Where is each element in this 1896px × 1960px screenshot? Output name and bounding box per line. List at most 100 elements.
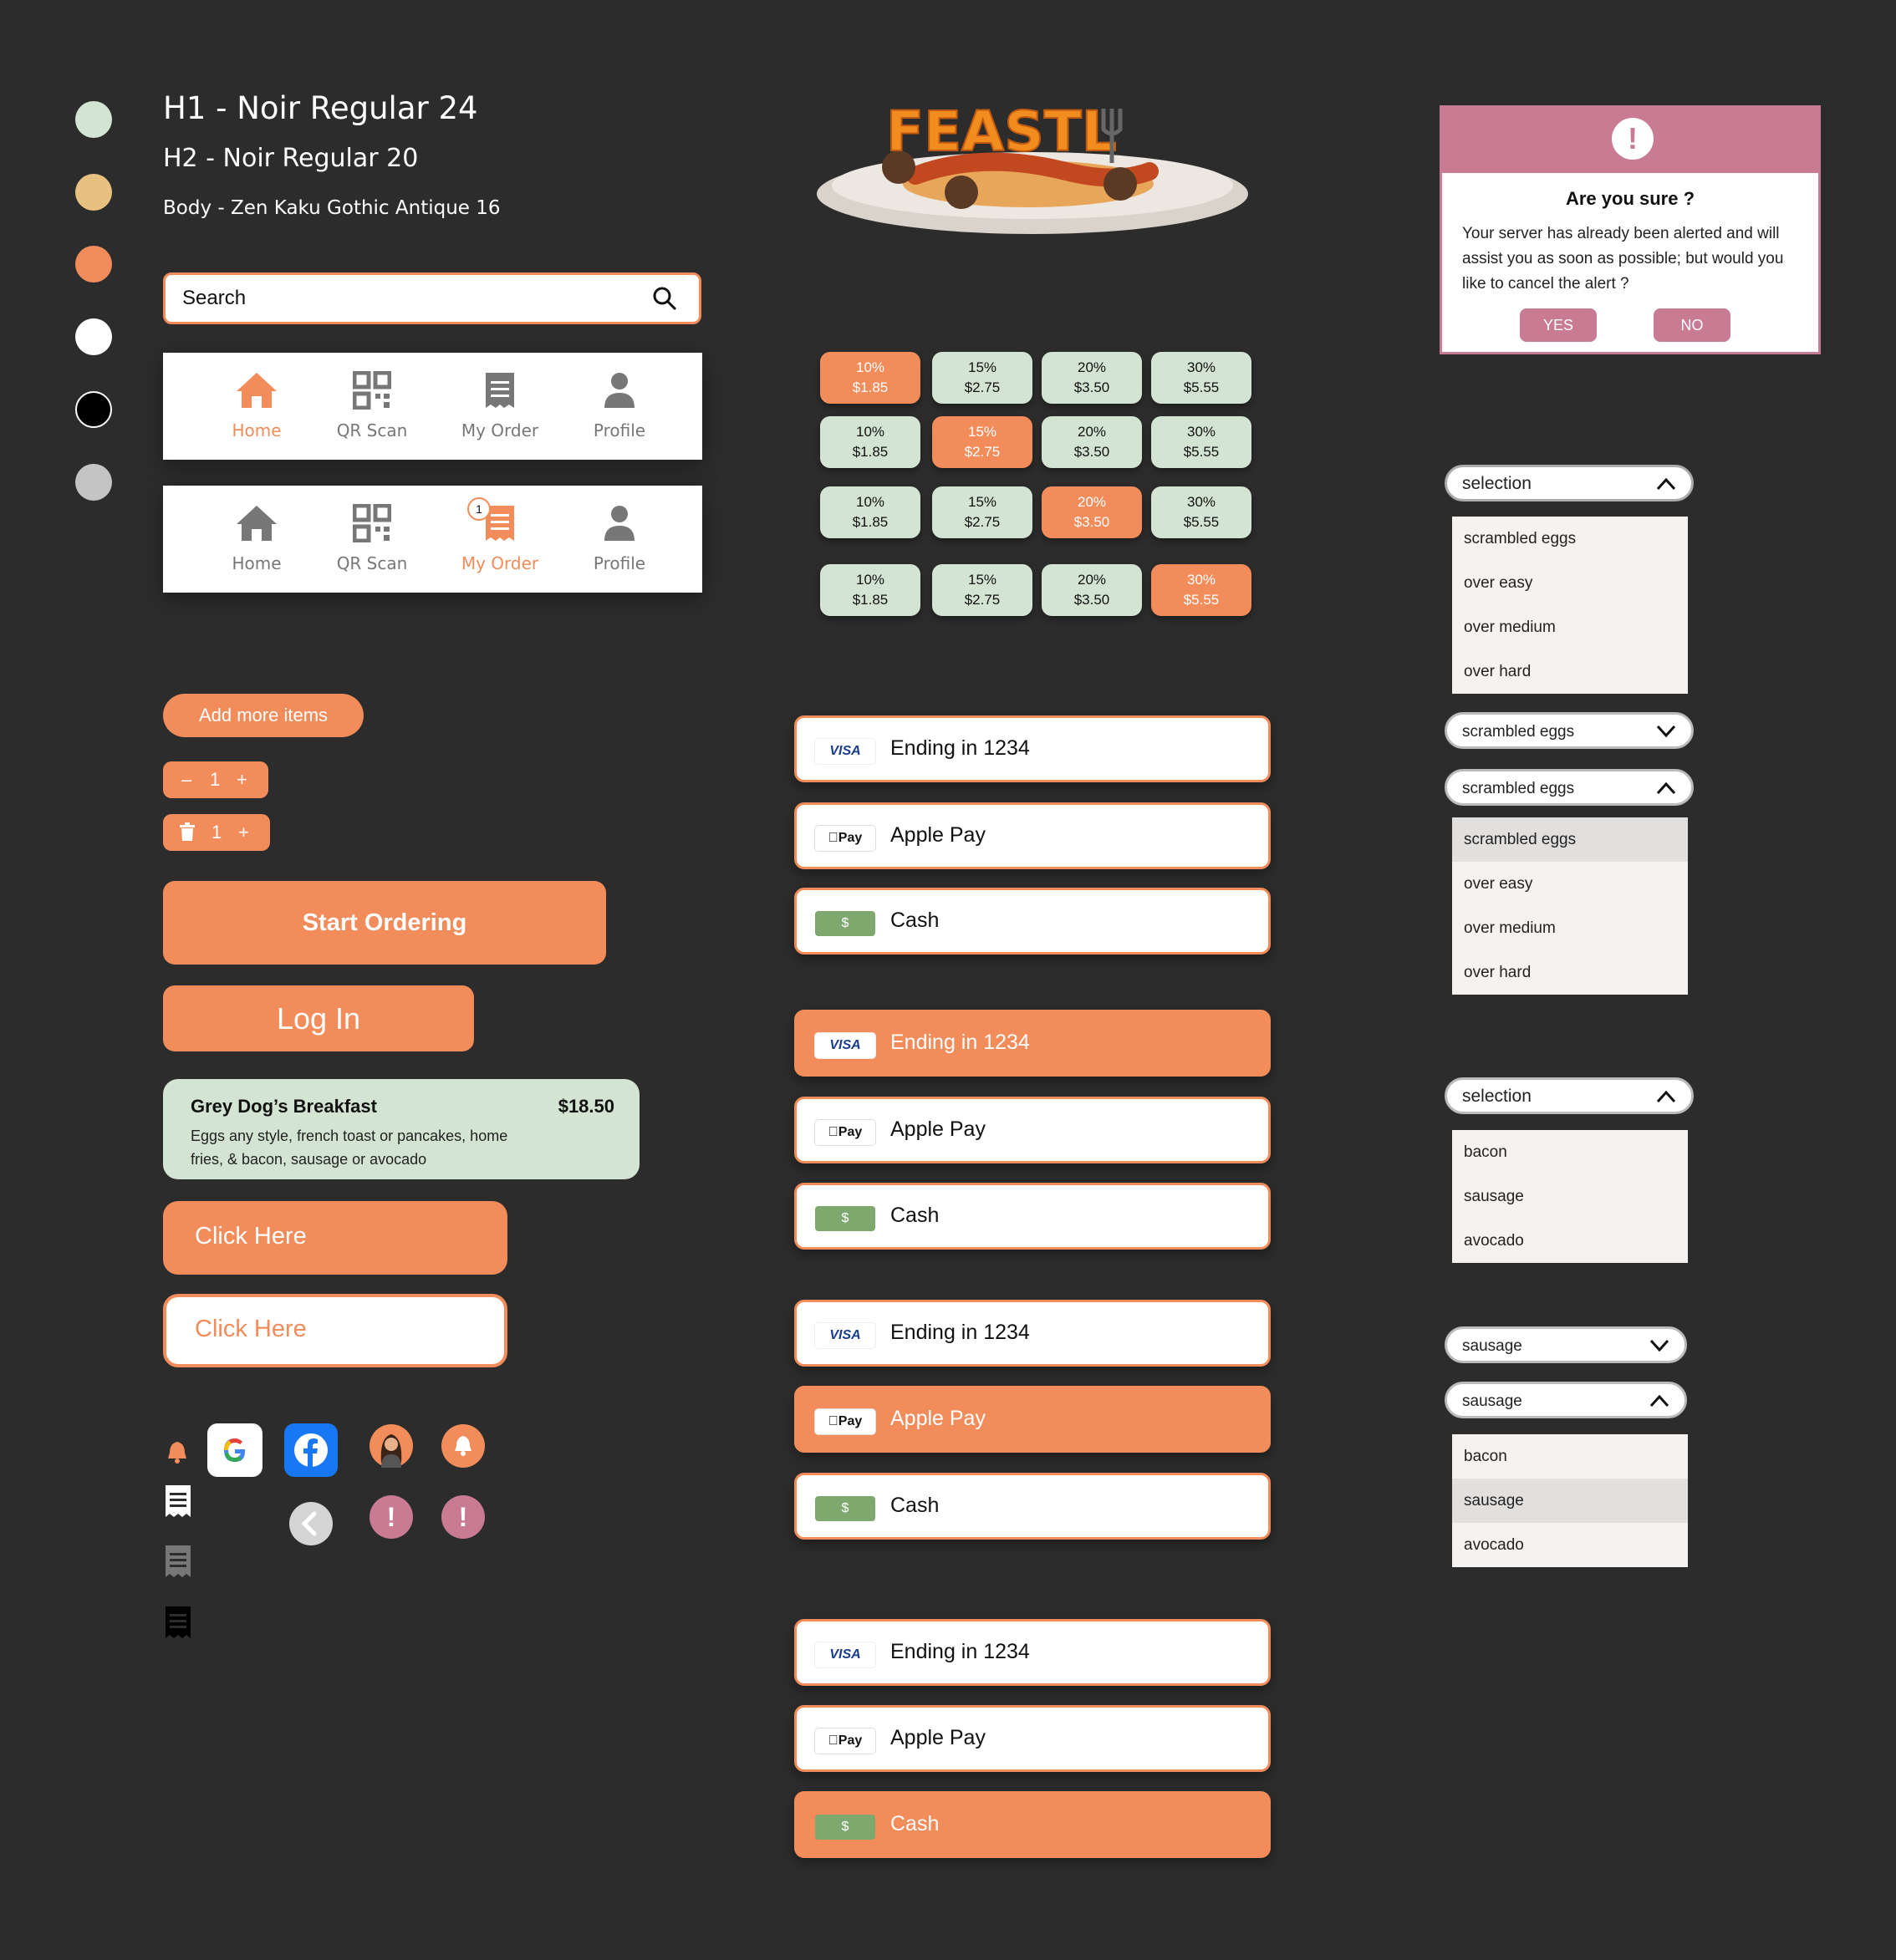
side-option[interactable]: avocado <box>1452 1523 1688 1567</box>
quantity-stepper-delete[interactable]: 1 + <box>163 814 270 851</box>
payment-option-card[interactable]: VISA Ending in 1234 <box>794 715 1271 782</box>
side-option[interactable]: sausage <box>1452 1174 1688 1219</box>
alert-yes-button[interactable]: YES <box>1520 308 1597 342</box>
add-more-items-button[interactable]: Add more items <box>163 694 364 737</box>
qr-icon <box>352 503 392 543</box>
egg-option[interactable]: over hard <box>1452 649 1688 694</box>
back-icon[interactable] <box>289 1502 333 1545</box>
receipt-black-icon <box>164 1605 192 1644</box>
swatch-black <box>75 391 112 428</box>
nav-profile[interactable]: Profile <box>569 504 670 573</box>
nav-my-order[interactable]: 1 My Order <box>450 497 550 573</box>
google-icon[interactable] <box>207 1423 262 1477</box>
tip-option-20pct[interactable]: 20% $3.50 <box>1042 564 1142 616</box>
tip-amount: $1.85 <box>852 592 889 608</box>
tip-amount: $1.85 <box>852 379 889 395</box>
payment-option-apple[interactable]: Pay Apple Pay <box>794 802 1271 869</box>
tip-option-15pct[interactable]: 15% $2.75 <box>932 486 1032 538</box>
tip-option-10pct[interactable]: 10% $1.85 <box>820 486 920 538</box>
tip-percent: 15% <box>967 494 997 510</box>
tip-percent: 20% <box>1077 359 1107 375</box>
tip-option-10pct[interactable]: 10% $1.85 <box>820 352 920 404</box>
side-select-value: sausage <box>1462 1392 1522 1410</box>
side-option[interactable]: bacon <box>1452 1434 1688 1479</box>
tip-amount: $2.75 <box>964 379 1001 395</box>
side-option[interactable]: avocado <box>1452 1219 1688 1263</box>
side-option[interactable]: bacon <box>1452 1130 1688 1174</box>
search-bar[interactable]: Search <box>163 272 701 324</box>
payment-option-cash[interactable]: $ Cash <box>794 1791 1271 1858</box>
tip-percent: 20% <box>1077 494 1107 510</box>
egg-option[interactable]: over medium <box>1452 906 1688 950</box>
menu-item-price: $18.50 <box>558 1096 614 1117</box>
payment-option-cash[interactable]: $ Cash <box>794 1183 1271 1250</box>
tip-option-30pct[interactable]: 30% $5.55 <box>1151 416 1251 468</box>
decrement-button[interactable]: – <box>181 769 191 791</box>
tip-option-15pct[interactable]: 15% $2.75 <box>932 416 1032 468</box>
egg-select-closed[interactable]: scrambled eggs <box>1445 712 1694 749</box>
nav-qr-scan[interactable]: QR Scan <box>322 503 422 573</box>
login-button[interactable]: Log In <box>163 985 474 1051</box>
facebook-icon[interactable] <box>284 1423 338 1477</box>
nav-profile[interactable]: Profile <box>569 371 670 440</box>
avatar[interactable] <box>370 1424 413 1468</box>
payment-label: Cash <box>890 1494 940 1517</box>
type-h2-sample: H2 - Noir Regular 20 <box>163 144 419 173</box>
side-select-closed[interactable]: sausage <box>1445 1326 1687 1363</box>
tip-option-30pct[interactable]: 30% $5.55 <box>1151 352 1251 404</box>
payment-option-cash[interactable]: $ Cash <box>794 888 1271 955</box>
payment-option-card[interactable]: VISA Ending in 1234 <box>794 1300 1271 1367</box>
search-icon[interactable] <box>652 286 677 315</box>
nav-home[interactable]: Home <box>206 371 307 440</box>
egg-select-open[interactable]: selection <box>1445 465 1694 501</box>
payment-option-apple[interactable]: Pay Apple Pay <box>794 1386 1271 1453</box>
tip-option-15pct[interactable]: 15% $2.75 <box>932 352 1032 404</box>
tip-option-20pct[interactable]: 20% $3.50 <box>1042 352 1142 404</box>
tip-percent: 20% <box>1077 572 1107 588</box>
egg-select-expanded[interactable]: scrambled eggs <box>1445 769 1694 806</box>
quantity-stepper[interactable]: – 1 + <box>163 761 268 798</box>
side-select-expanded[interactable]: sausage <box>1445 1382 1687 1418</box>
chevron-up-icon <box>1649 1394 1669 1408</box>
payment-option-card[interactable]: VISA Ending in 1234 <box>794 1619 1271 1686</box>
click-here-button-outline[interactable]: Click Here <box>163 1294 507 1367</box>
egg-option[interactable]: over easy <box>1452 561 1688 605</box>
type-h1-sample: H1 - Noir Regular 24 <box>163 90 478 126</box>
nav-home-label: Home <box>232 553 282 573</box>
tip-option-20pct[interactable]: 20% $3.50 <box>1042 486 1142 538</box>
tip-option-20pct[interactable]: 20% $3.50 <box>1042 416 1142 468</box>
increment-button[interactable]: + <box>237 769 247 791</box>
tip-option-10pct[interactable]: 10% $1.85 <box>820 564 920 616</box>
tip-option-10pct[interactable]: 10% $1.85 <box>820 416 920 468</box>
tip-option-30pct[interactable]: 30% $5.55 <box>1151 486 1251 538</box>
nav-qr-scan[interactable]: QR Scan <box>322 370 422 440</box>
tip-option-30pct[interactable]: 30% $5.55 <box>1151 564 1251 616</box>
egg-option[interactable]: over hard <box>1452 950 1688 995</box>
payment-option-apple[interactable]: Pay Apple Pay <box>794 1705 1271 1772</box>
tip-option-15pct[interactable]: 15% $2.75 <box>932 564 1032 616</box>
start-ordering-button[interactable]: Start Ordering <box>163 881 606 965</box>
visa-icon: VISA <box>815 739 875 764</box>
egg-option[interactable]: over medium <box>1452 605 1688 649</box>
tip-amount: $3.50 <box>1073 379 1110 395</box>
side-select-open[interactable]: selection <box>1445 1077 1694 1114</box>
payment-option-card[interactable]: VISA Ending in 1234 <box>794 1010 1271 1077</box>
type-body-sample: Body - Zen Kaku Gothic Antique 16 <box>163 197 501 219</box>
menu-item-card[interactable]: Grey Dog’s Breakfast $18.50 Eggs any sty… <box>163 1079 640 1179</box>
payment-option-cash[interactable]: $ Cash <box>794 1473 1271 1540</box>
trash-icon[interactable] <box>180 822 195 846</box>
alert-no-button[interactable]: NO <box>1654 308 1730 342</box>
egg-option[interactable]: scrambled eggs <box>1452 517 1688 561</box>
payment-option-apple[interactable]: Pay Apple Pay <box>794 1097 1271 1163</box>
alert-icon: ! <box>370 1495 413 1539</box>
apple-pay-icon: Pay <box>815 1409 875 1434</box>
bell-circle-icon[interactable] <box>441 1424 485 1468</box>
nav-my-order[interactable]: My Order <box>450 371 550 440</box>
click-here-button-filled[interactable]: Click Here <box>163 1201 507 1275</box>
egg-option-selected[interactable]: scrambled eggs <box>1452 817 1688 862</box>
bell-icon[interactable] <box>166 1440 188 1468</box>
egg-option[interactable]: over easy <box>1452 862 1688 906</box>
side-option-selected[interactable]: sausage <box>1452 1479 1688 1523</box>
increment-button[interactable]: + <box>238 822 249 843</box>
nav-home[interactable]: Home <box>206 504 307 573</box>
